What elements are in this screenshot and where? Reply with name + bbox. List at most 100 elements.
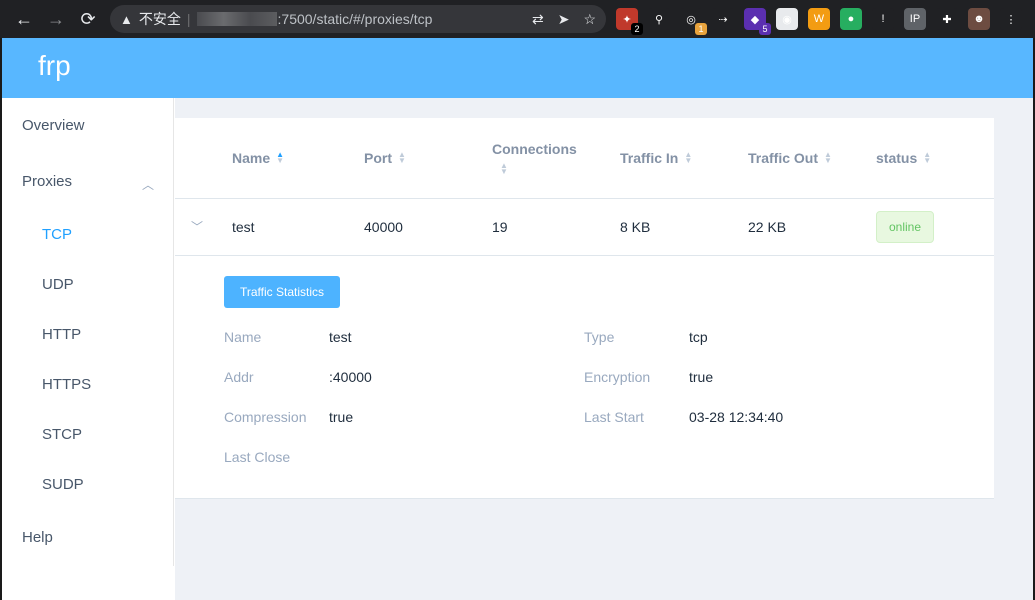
extension-glyph: ⚲ bbox=[654, 13, 664, 26]
extension-icon[interactable]: ● bbox=[840, 8, 862, 30]
extension-glyph: ⋮ bbox=[1005, 13, 1017, 26]
detail-label-encryption: Encryption bbox=[584, 369, 651, 385]
extension-icon[interactable]: ⇢ bbox=[712, 8, 734, 30]
column-header-name[interactable]: Name ▲ ▼ bbox=[232, 118, 284, 198]
sidebar-item-https[interactable]: HTTPS bbox=[42, 376, 91, 393]
sort-icon[interactable]: ▲ ▼ bbox=[500, 162, 508, 176]
sidebar-item-help[interactable]: Help bbox=[22, 529, 53, 546]
sidebar-item-stcp[interactable]: STCP bbox=[42, 426, 82, 443]
detail-value-name: test bbox=[329, 329, 352, 345]
detail-label-addr: Addr bbox=[224, 369, 254, 385]
extension-icon[interactable]: ⋮ bbox=[1000, 8, 1022, 30]
extension-badge: 1 bbox=[695, 23, 707, 35]
sidebar-item-udp[interactable]: UDP bbox=[42, 276, 74, 293]
extension-icon[interactable]: ◉ bbox=[776, 8, 798, 30]
sidebar-item-tcp[interactable]: TCP bbox=[42, 226, 72, 243]
extension-icon[interactable]: ☻ bbox=[968, 8, 990, 30]
column-header-status[interactable]: status ▲ ▼ bbox=[876, 118, 931, 198]
extension-glyph: ⇢ bbox=[718, 13, 728, 26]
divider bbox=[175, 198, 994, 199]
column-header-label: Port bbox=[364, 150, 392, 166]
column-header-label: Name bbox=[232, 150, 271, 166]
blurred-host bbox=[196, 12, 277, 26]
chevron-up-icon[interactable]: ︿ bbox=[142, 176, 154, 193]
main-content: Name ▲ ▼ Port ▲ ▼ Connections ▲ ▼ Traffic I… bbox=[175, 98, 1033, 600]
sort-icon[interactable]: ▲ ▼ bbox=[824, 151, 832, 165]
divider bbox=[175, 255, 994, 256]
extension-glyph: ◆ bbox=[750, 13, 760, 26]
extension-badge: 5 bbox=[759, 23, 771, 35]
extension-icon[interactable]: ! bbox=[872, 8, 894, 30]
cell-port: 40000 bbox=[364, 219, 403, 235]
insecure-label: 不安全 bbox=[138, 11, 181, 27]
extension-icon[interactable]: ✦ 2 bbox=[616, 8, 643, 35]
sort-icon[interactable]: ▲ ▼ bbox=[923, 151, 931, 165]
forward-icon[interactable]: → bbox=[40, 0, 72, 38]
detail-value-last-start: 03-28 12:34:40 bbox=[689, 409, 784, 425]
detail-label-name: Name bbox=[224, 329, 262, 345]
detail-label-type: Type bbox=[584, 329, 615, 345]
extension-icon[interactable]: ✚ bbox=[936, 8, 958, 30]
extension-glyph: ◎ bbox=[686, 13, 696, 26]
sidebar-item-sudp[interactable]: SUDP bbox=[42, 476, 84, 493]
chevron-down-icon[interactable]: ﹀ bbox=[191, 218, 203, 235]
send-icon[interactable]: ➤ bbox=[558, 11, 570, 28]
detail-value-compression: true bbox=[329, 409, 354, 425]
browser-toolbar: ← → ⟳ ▲ 不安全 | :7500/static/#/proxies/tcp… bbox=[0, 0, 1035, 38]
column-header-label: Connections bbox=[492, 141, 577, 157]
detail-label-compression: Compression bbox=[224, 409, 307, 425]
traffic-statistics-button[interactable]: Traffic Statistics bbox=[224, 276, 340, 308]
address-bar[interactable]: ▲ 不安全 | :7500/static/#/proxies/tcp ⇄ ➤ ☆ bbox=[110, 5, 606, 33]
separator: | bbox=[186, 11, 191, 27]
column-header-label: Traffic In bbox=[620, 150, 679, 166]
divider bbox=[175, 498, 994, 499]
extension-glyph: ✚ bbox=[942, 13, 952, 26]
extension-glyph: ☻ bbox=[973, 13, 985, 25]
extension-glyph: IP bbox=[909, 13, 921, 25]
column-header-traffic-in[interactable]: Traffic In ▲ ▼ bbox=[620, 118, 692, 198]
column-header-port[interactable]: Port ▲ ▼ bbox=[364, 118, 406, 198]
sidebar: Overview Proxies ︿ TCP UDP HTTP HTTPS ST… bbox=[2, 98, 174, 566]
cell-traffic-out: 22 KB bbox=[748, 219, 787, 235]
column-header-traffic-out[interactable]: Traffic Out ▲ ▼ bbox=[748, 118, 832, 198]
detail-value-addr: :40000 bbox=[329, 369, 372, 385]
extension-glyph: ◉ bbox=[782, 13, 792, 26]
extensions-area: ✦ 2 ⚲ ◎ 1 ⇢ ◆ 5 ◉ W ●! IP ✚ ☻ ⋮ bbox=[616, 0, 1022, 38]
detail-value-encryption: true bbox=[689, 369, 714, 385]
detail-label-last-start: Last Start bbox=[584, 409, 644, 425]
proxies-table: Name ▲ ▼ Port ▲ ▼ Connections ▲ ▼ Traffic I… bbox=[175, 118, 994, 499]
status-badge: online bbox=[876, 211, 934, 243]
brand-logo[interactable]: frp bbox=[38, 50, 71, 82]
warning-icon: ▲ bbox=[120, 11, 133, 27]
extension-glyph: ! bbox=[881, 13, 885, 25]
sidebar-item-proxies[interactable]: Proxies bbox=[22, 173, 72, 190]
sort-icon[interactable]: ▲ ▼ bbox=[276, 151, 284, 165]
sort-icon[interactable]: ▲ ▼ bbox=[398, 151, 406, 165]
extension-glyph: ✦ bbox=[622, 13, 632, 26]
column-header-label: Traffic Out bbox=[748, 150, 819, 166]
extension-icon[interactable]: ◎ 1 bbox=[680, 8, 707, 35]
sidebar-item-http[interactable]: HTTP bbox=[42, 326, 81, 343]
extension-icon[interactable]: W bbox=[808, 8, 830, 30]
sidebar-item-overview[interactable]: Overview bbox=[22, 117, 85, 134]
cell-traffic-in: 8 KB bbox=[620, 219, 651, 235]
column-header-label: status bbox=[876, 150, 918, 166]
detail-value-type: tcp bbox=[689, 329, 708, 345]
cell-name: test bbox=[232, 219, 255, 235]
detail-label-last-close: Last Close bbox=[224, 449, 291, 465]
extension-icon[interactable]: IP bbox=[904, 8, 926, 30]
extension-badge: 2 bbox=[631, 23, 643, 35]
bookmark-star-icon[interactable]: ☆ bbox=[583, 11, 596, 28]
extension-icon[interactable]: ◆ 5 bbox=[744, 8, 771, 35]
extension-glyph: ● bbox=[847, 13, 855, 25]
column-header-connections[interactable]: Connections ▲ ▼ bbox=[492, 118, 577, 198]
extension-icon[interactable]: ⚲ bbox=[648, 8, 670, 30]
back-icon[interactable]: ← bbox=[8, 0, 40, 38]
extension-glyph: W bbox=[813, 13, 825, 25]
url-text: :7500/static/#/proxies/tcp bbox=[277, 11, 433, 27]
sort-icon[interactable]: ▲ ▼ bbox=[684, 151, 692, 165]
translate-icon[interactable]: ⇄ bbox=[532, 11, 544, 28]
app-header: frp bbox=[2, 38, 1033, 98]
cell-connections: 19 bbox=[492, 219, 508, 235]
reload-icon[interactable]: ⟳ bbox=[72, 0, 104, 38]
